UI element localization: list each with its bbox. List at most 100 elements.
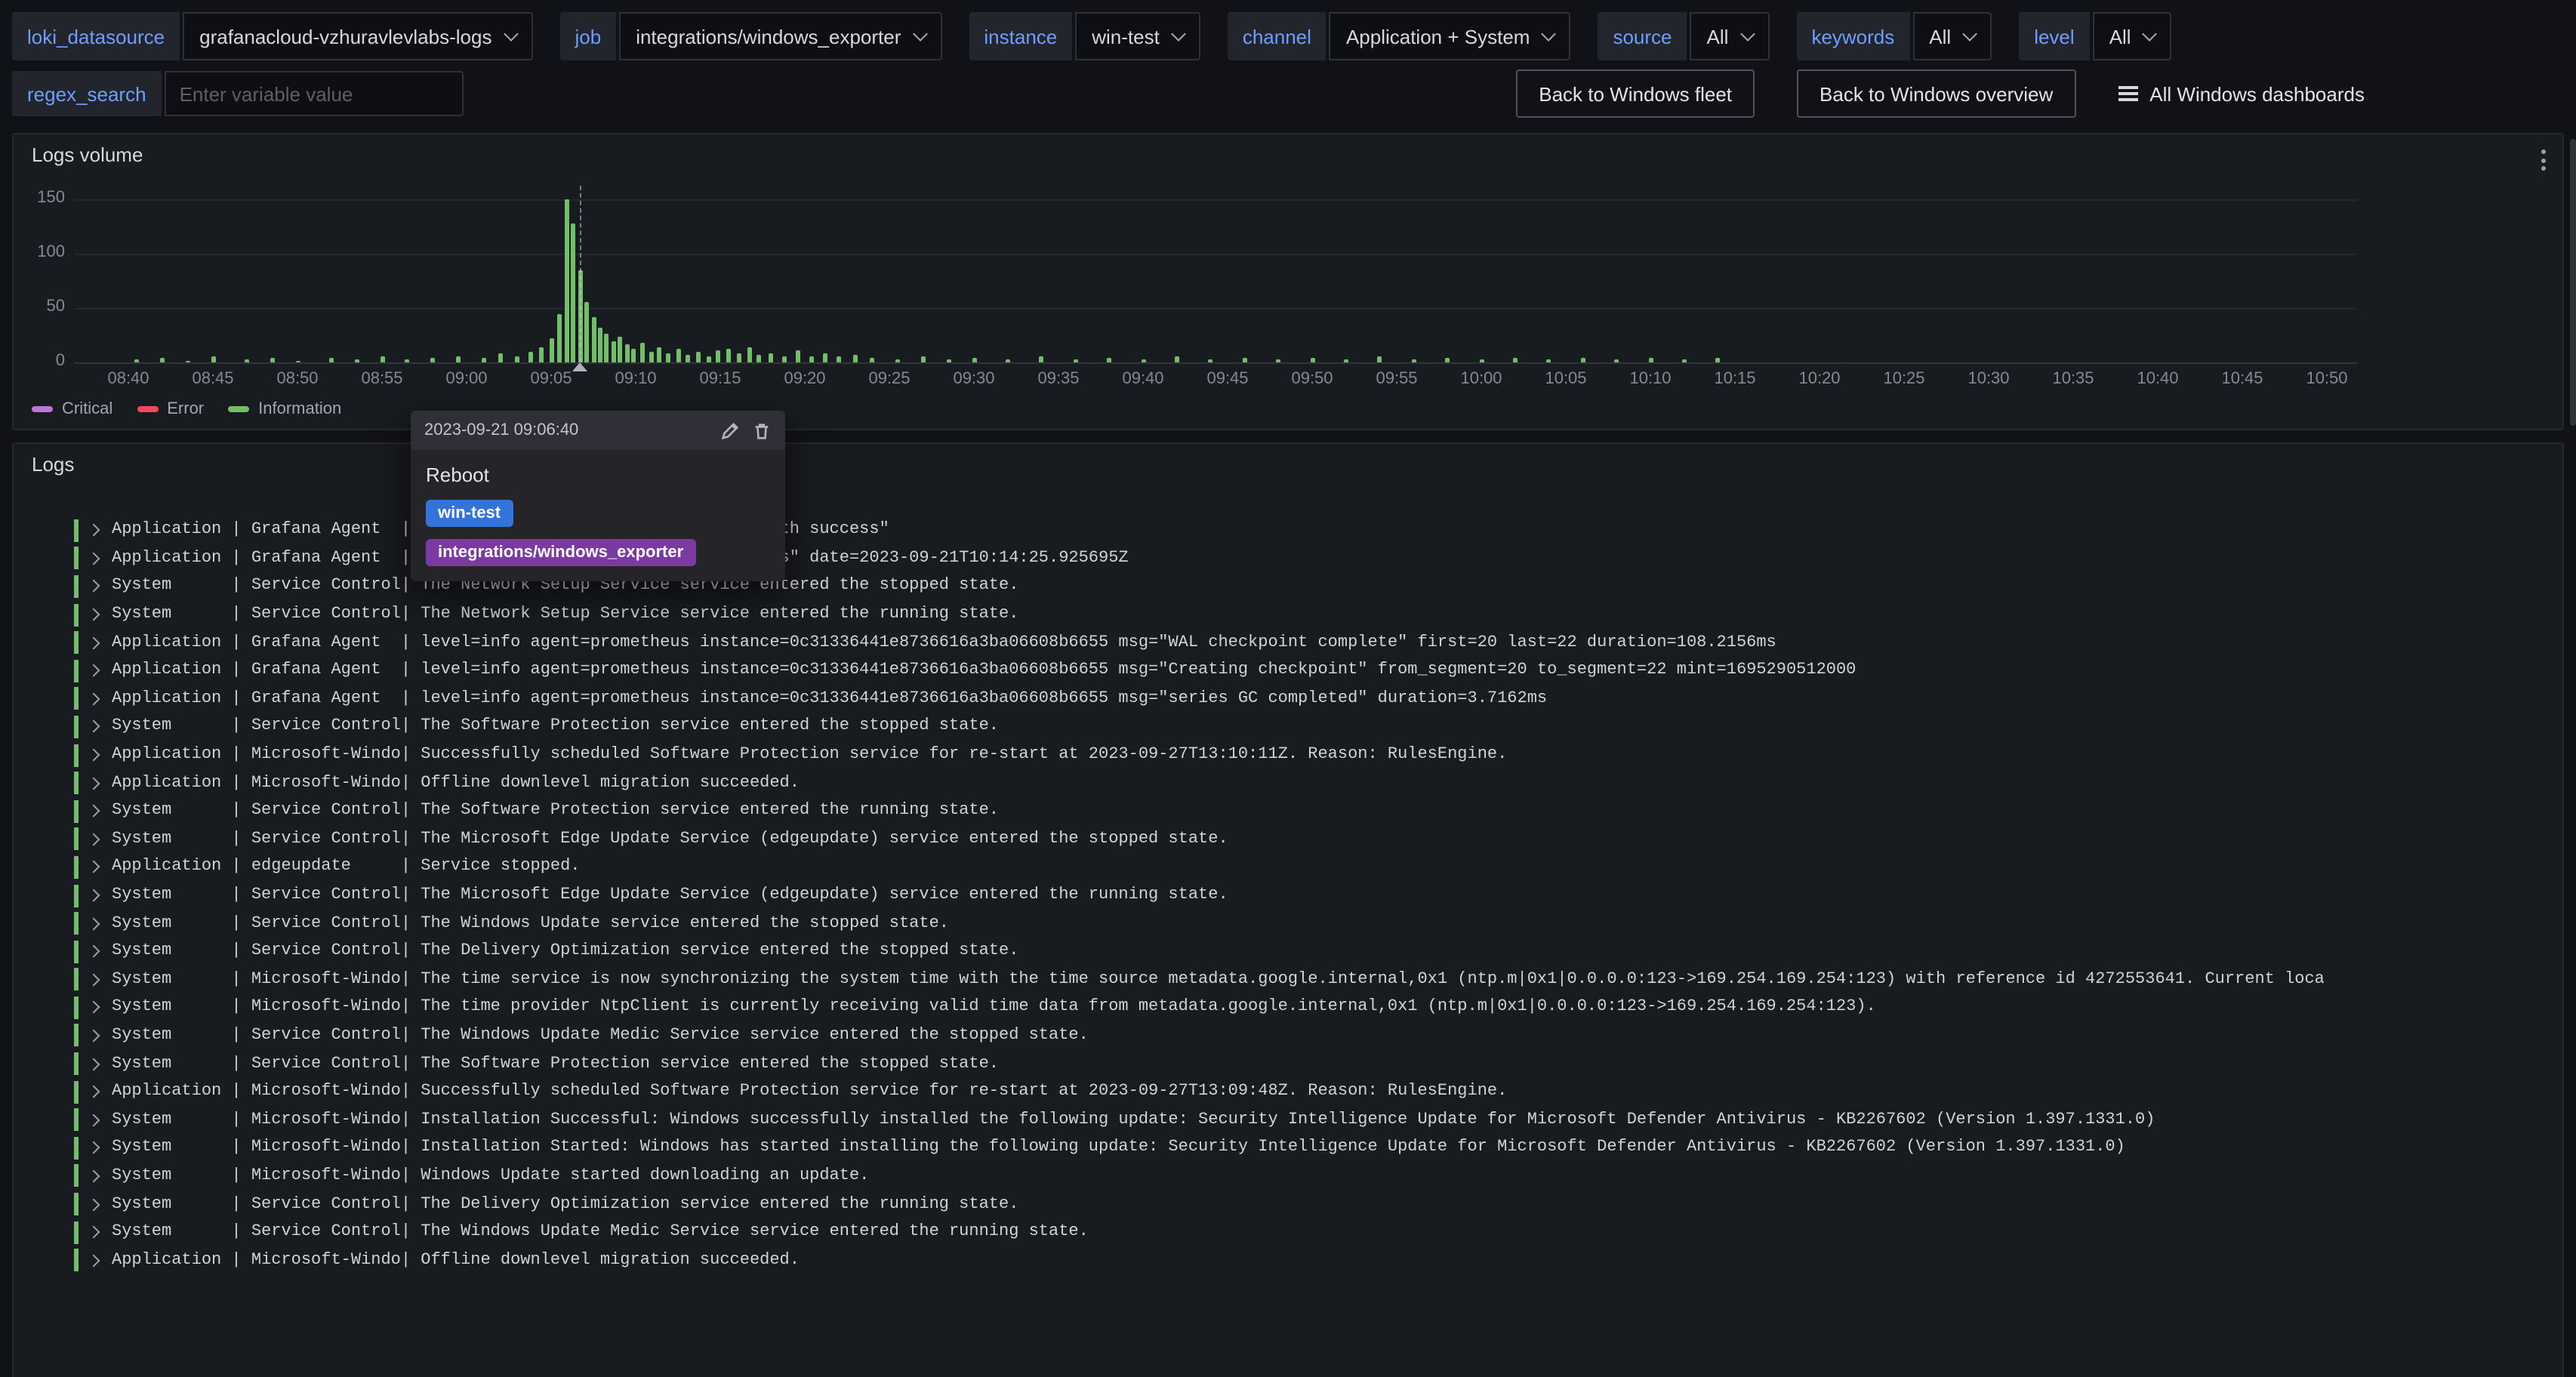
bar-information — [380, 357, 384, 362]
expand-chevron-icon[interactable] — [88, 777, 100, 790]
bar-information — [456, 356, 461, 362]
all-dashboards-link[interactable]: All Windows dashboards — [2118, 82, 2365, 105]
expand-chevron-icon[interactable] — [88, 1114, 100, 1126]
expand-chevron-icon[interactable] — [88, 580, 100, 593]
back-to-fleet-button[interactable]: Back to Windows fleet — [1516, 69, 1755, 118]
variable-dropdown-source[interactable]: All — [1690, 12, 1770, 60]
expand-chevron-icon[interactable] — [88, 1001, 100, 1014]
variable-dropdown-job[interactable]: integrations/windows_exporter — [619, 12, 941, 60]
legend-item-information[interactable]: Information — [228, 400, 341, 418]
logs-volume-plot[interactable]: 05010015008:4008:4508:5008:5509:0009:050… — [14, 134, 2562, 429]
log-row[interactable]: System | Service Control| The Microsoft … — [14, 825, 2562, 853]
expand-chevron-icon[interactable] — [88, 1169, 100, 1182]
log-row[interactable]: System | Service Control| The Microsoft … — [14, 881, 2562, 909]
variable-dropdown-channel[interactable]: Application + System — [1330, 12, 1571, 60]
variable-dropdown-level[interactable]: All — [2093, 12, 2172, 60]
x-axis-tick: 09:30 — [953, 370, 994, 388]
bar-information — [640, 343, 645, 362]
log-row[interactable]: System | Service Control| The Delivery O… — [14, 1191, 2562, 1218]
expand-chevron-icon[interactable] — [88, 861, 100, 873]
x-axis-tick: 09:50 — [1291, 370, 1333, 388]
chevron-down-icon — [1740, 26, 1755, 42]
log-level-indicator — [74, 1193, 79, 1215]
bar-information — [405, 359, 410, 362]
expand-chevron-icon[interactable] — [88, 1029, 100, 1042]
log-row[interactable]: Application | Grafana Agent | level=info… — [14, 516, 2562, 544]
legend-item-critical[interactable]: Critical — [32, 400, 112, 418]
log-row[interactable]: System | Service Control| The Windows Up… — [14, 1218, 2562, 1246]
expand-chevron-icon[interactable] — [88, 636, 100, 649]
log-row[interactable]: System | Service Control| The Software P… — [14, 713, 2562, 741]
expand-chevron-icon[interactable] — [88, 664, 100, 677]
expand-chevron-icon[interactable] — [88, 1254, 100, 1267]
hamburger-icon — [2118, 86, 2137, 101]
page-scrollbar-thumb[interactable] — [2570, 139, 2576, 426]
delete-annotation-trash-icon[interactable] — [752, 420, 772, 440]
expand-chevron-icon[interactable] — [88, 720, 100, 733]
x-axis-tick: 10:15 — [1714, 370, 1755, 388]
expand-chevron-icon[interactable] — [88, 552, 100, 565]
expand-chevron-icon[interactable] — [88, 889, 100, 902]
expand-chevron-icon[interactable] — [88, 692, 100, 705]
expand-chevron-icon[interactable] — [88, 524, 100, 537]
log-row[interactable]: System | Service Control| The Network Se… — [14, 601, 2562, 629]
expand-chevron-icon[interactable] — [88, 833, 100, 846]
expand-chevron-icon[interactable] — [88, 608, 100, 621]
x-axis-tick: 08:40 — [107, 370, 149, 388]
bar-information — [796, 350, 800, 362]
log-row[interactable]: Application | Microsoft-Windo| Successfu… — [14, 741, 2562, 769]
expand-chevron-icon[interactable] — [88, 973, 100, 986]
x-axis-tick: 10:05 — [1545, 370, 1586, 388]
expand-chevron-icon[interactable] — [88, 749, 100, 762]
bar-information — [757, 355, 762, 362]
expand-chevron-icon[interactable] — [88, 1198, 100, 1211]
annotation-tag[interactable]: win-test — [426, 500, 513, 527]
log-row[interactable]: Application | Microsoft-Windo| Offline d… — [14, 1246, 2562, 1274]
back-to-overview-button[interactable]: Back to Windows overview — [1797, 69, 2075, 118]
bar-information — [354, 359, 359, 362]
variable-dropdown-keywords[interactable]: All — [1912, 12, 1992, 60]
log-row[interactable]: System | Microsoft-Windo| The time provi… — [14, 993, 2562, 1021]
annotation-tooltip: 2023-09-21 09:06:40 Reboot win-testinteg… — [411, 411, 785, 581]
log-row[interactable]: Application | Grafana Agent | level=info… — [14, 657, 2562, 685]
log-level-indicator — [74, 1165, 79, 1188]
log-row[interactable]: Application | Microsoft-Windo| Successfu… — [14, 1078, 2562, 1106]
all-dashboards-label: All Windows dashboards — [2149, 82, 2365, 105]
log-row[interactable]: Application | Grafana Agent | level=info… — [14, 629, 2562, 657]
log-row[interactable]: Application | Grafana Agent | level=info… — [14, 685, 2562, 713]
log-row[interactable]: System | Service Control| The Software P… — [14, 1050, 2562, 1078]
log-row[interactable]: System | Service Control| The Software P… — [14, 797, 2562, 825]
variable-dropdown-instance[interactable]: win-test — [1075, 12, 1200, 60]
y-axis-tick: 150 — [14, 189, 65, 207]
expand-chevron-icon[interactable] — [88, 1058, 100, 1070]
regex-search-input[interactable] — [165, 71, 464, 116]
annotation-marker[interactable] — [572, 362, 587, 371]
bar-information — [1547, 359, 1551, 362]
expand-chevron-icon[interactable] — [88, 1226, 100, 1239]
log-row[interactable]: System | Microsoft-Windo| Windows Update… — [14, 1162, 2562, 1190]
expand-chevron-icon[interactable] — [88, 1141, 100, 1154]
bar-information — [160, 358, 165, 362]
expand-chevron-icon[interactable] — [88, 917, 100, 930]
log-row[interactable]: Application | Grafana Agent | level=info… — [14, 544, 2562, 572]
log-row[interactable]: System | Microsoft-Windo| The time servi… — [14, 966, 2562, 993]
bar-information — [1682, 359, 1687, 362]
log-row[interactable]: System | Service Control| The Network Se… — [14, 572, 2562, 600]
annotation-tag[interactable]: integrations/windows_exporter — [426, 539, 695, 566]
legend-item-error[interactable]: Error — [137, 400, 204, 418]
expand-chevron-icon[interactable] — [88, 805, 100, 818]
log-row[interactable]: System | Microsoft-Windo| Installation S… — [14, 1106, 2562, 1134]
log-row[interactable]: System | Service Control| The Windows Up… — [14, 910, 2562, 938]
log-row[interactable]: System | Service Control| The Windows Up… — [14, 1021, 2562, 1049]
edit-annotation-pencil-icon[interactable] — [720, 420, 740, 440]
log-line: System | Service Control| The Microsoft … — [112, 830, 1228, 849]
log-row[interactable]: System | Microsoft-Windo| Installation S… — [14, 1134, 2562, 1162]
log-row[interactable]: Application | Microsoft-Windo| Offline d… — [14, 769, 2562, 797]
expand-chevron-icon[interactable] — [88, 945, 100, 958]
variable-dropdown-loki_datasource[interactable]: grafanacloud-vzhuravlevlabs-logs — [183, 12, 532, 60]
log-line: System | Microsoft-Windo| Windows Update… — [112, 1167, 869, 1185]
log-row[interactable]: Application | edgeupdate | Service stopp… — [14, 853, 2562, 881]
expand-chevron-icon[interactable] — [88, 1086, 100, 1098]
log-row[interactable]: System | Service Control| The Delivery O… — [14, 938, 2562, 966]
x-axis-tick: 09:35 — [1037, 370, 1079, 388]
